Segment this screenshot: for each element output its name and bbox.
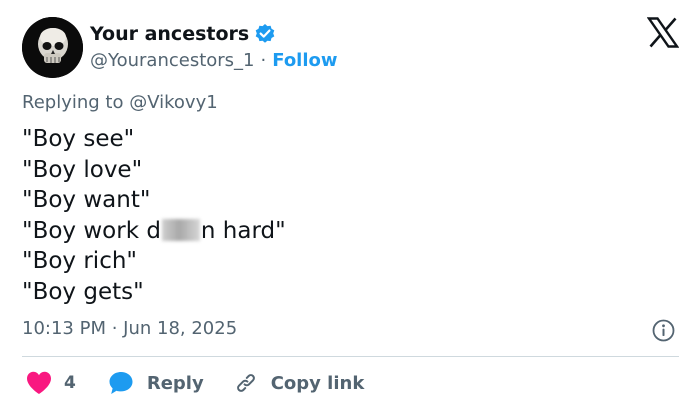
tweet-line: "Boy rich" <box>22 248 137 274</box>
tweet-line-part: n hard" <box>200 217 286 244</box>
like-count: 4 <box>64 373 76 393</box>
link-icon <box>236 374 255 392</box>
divider <box>22 356 679 357</box>
censor-blur <box>161 218 200 241</box>
tweet-timestamp[interactable]: 10:13 PM · Jun 18, 2025 <box>22 318 237 339</box>
tweet-line: "Boy want" <box>22 187 151 213</box>
follow-button[interactable]: Follow <box>272 50 337 71</box>
replying-to-label: Replying to @Vikovy1 <box>22 92 218 113</box>
author-display-name[interactable]: Your ancestors <box>90 23 249 45</box>
author-handle-row: @Yourancestors_1 · Follow <box>90 47 338 73</box>
heart-icon <box>27 371 51 394</box>
tweet-line: "Boy gets" <box>22 278 144 305</box>
author-handle[interactable]: @Yourancestors_1 <box>90 50 255 71</box>
reply-button[interactable]: Reply <box>108 370 204 396</box>
tweet-line-censored: "Boy work d n hard" <box>22 216 662 247</box>
separator-dot: · <box>260 49 267 71</box>
reply-bubble-icon <box>109 372 133 394</box>
tweet-card: Your ancestors @Yourancestors_1 · Follow… <box>0 0 700 410</box>
copy-link-button[interactable]: Copy link <box>234 371 365 395</box>
skull-icon <box>22 17 83 78</box>
tweet-line-part: "Boy work d <box>22 217 161 244</box>
info-icon[interactable] <box>652 319 675 342</box>
author-name-row: Your ancestors <box>90 20 276 48</box>
tweet-line: "Boy love" <box>22 156 143 183</box>
x-logo-icon[interactable] <box>647 17 679 48</box>
action-bar: 4 Reply Copy link <box>22 368 364 398</box>
tweet-line: "Boy see" <box>22 126 135 152</box>
verified-badge-icon <box>254 23 276 45</box>
copy-link-label: Copy link <box>270 372 365 394</box>
like-button[interactable]: 4 <box>25 370 76 396</box>
author-avatar[interactable] <box>22 17 83 78</box>
reply-label: Reply <box>146 372 204 394</box>
tweet-text: "Boy see" "Boy love" "Boy want" "Boy wor… <box>22 124 662 307</box>
